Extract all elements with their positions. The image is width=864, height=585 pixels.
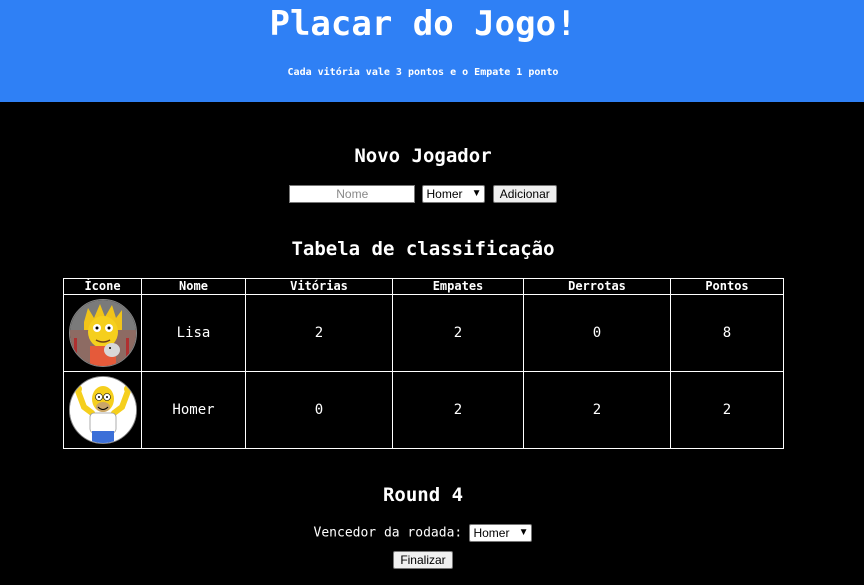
column-header-draws: Empates	[392, 278, 524, 295]
column-header-losses: Derrotas	[523, 278, 671, 295]
table-row: Lisa 2 2 0 8	[63, 294, 784, 372]
icon-cell	[63, 294, 142, 372]
draws-cell: 2	[392, 371, 524, 449]
round-winner-row: Vencedor da rodada: Homer ▼	[0, 524, 846, 542]
chevron-down-icon: ▼	[518, 527, 529, 538]
round-winner-value: Homer	[473, 526, 510, 540]
new-player-form: Nome Homer ▼ Adicionar	[0, 185, 846, 203]
page-header: Placar do Jogo! Cada vitória vale 3 pont…	[0, 0, 864, 102]
round-winner-select[interactable]: Homer ▼	[469, 524, 533, 542]
add-player-button[interactable]: Adicionar	[492, 185, 557, 203]
page-subtitle: Cada vitória vale 3 pontos e o Empate 1 …	[287, 67, 559, 78]
homer-avatar-icon	[68, 376, 137, 444]
page-title: Placar do Jogo!	[269, 4, 577, 44]
draws-cell: 2	[392, 294, 524, 372]
player-name-cell: Homer	[141, 371, 246, 449]
table-row: Homer 0 2 2 2	[63, 371, 784, 449]
finish-round-button[interactable]: Finalizar	[393, 551, 453, 569]
chevron-down-icon: ▼	[471, 188, 482, 199]
table-header-row: Ícone Nome Vitórias Empates Derrotas Pon…	[63, 278, 784, 295]
round-title: Round 4	[382, 484, 464, 506]
ranking-title: Tabela de classificação	[291, 238, 555, 260]
points-cell: 8	[670, 294, 784, 372]
new-player-title: Novo Jogador	[354, 145, 492, 167]
player-select-value: Homer	[426, 187, 463, 201]
lisa-avatar-icon	[68, 299, 137, 367]
column-header-icon: Ícone	[63, 278, 142, 295]
points-cell: 2	[670, 371, 784, 449]
player-name-input[interactable]: Nome	[289, 185, 416, 203]
wins-cell: 0	[245, 371, 393, 449]
losses-cell: 2	[523, 371, 671, 449]
column-header-points: Pontos	[670, 278, 784, 295]
round-winner-label: Vencedor da rodada:	[313, 525, 463, 541]
column-header-wins: Vitórias	[245, 278, 393, 295]
losses-cell: 0	[523, 294, 671, 372]
column-header-name: Nome	[141, 278, 246, 295]
icon-cell	[63, 371, 142, 449]
finish-row: Finalizar	[0, 551, 846, 569]
wins-cell: 2	[245, 294, 393, 372]
player-name-cell: Lisa	[141, 294, 246, 372]
ranking-table: Ícone Nome Vitórias Empates Derrotas Pon…	[63, 278, 784, 449]
player-select[interactable]: Homer ▼	[422, 185, 486, 203]
